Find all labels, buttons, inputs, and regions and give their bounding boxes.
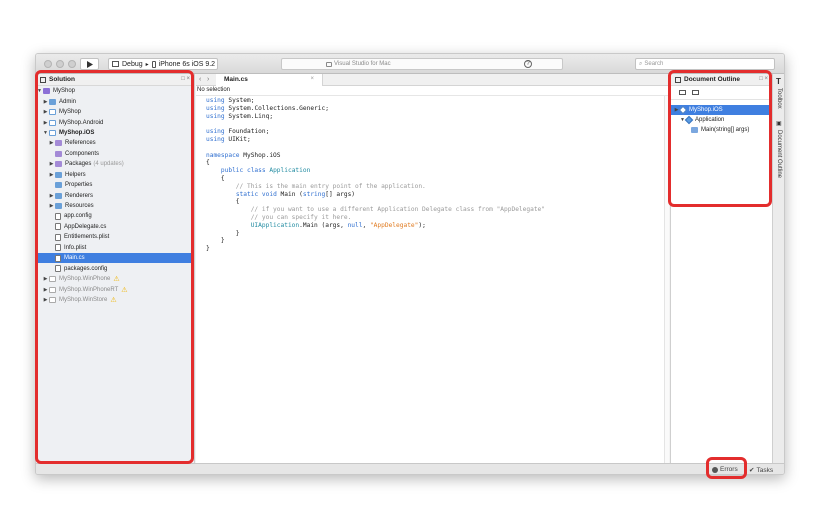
outline-highlight-frame <box>668 70 772 207</box>
close-tab-icon[interactable]: × <box>310 76 314 82</box>
tab-main-cs[interactable]: Main.cs × <box>216 74 323 86</box>
code-token: using <box>206 112 225 120</box>
document-outline-dock-tab[interactable]: Document Outline <box>776 130 782 178</box>
status-text: Visual Studio for Mac <box>334 61 391 67</box>
play-icon <box>87 61 93 68</box>
zoom-window-button[interactable] <box>68 60 76 68</box>
code-token: } <box>206 245 210 253</box>
code-line: using System.Collections.Generic; <box>206 105 669 113</box>
code-token: System.Collections.Generic; <box>224 104 329 112</box>
code-token: static void <box>235 190 277 198</box>
code-line: using UIKit; <box>206 136 669 144</box>
search-icon: ⌕ <box>639 60 643 67</box>
code-line: { <box>206 198 669 206</box>
code-line: public class Application <box>206 167 669 175</box>
selection-bar: No selection <box>196 86 669 96</box>
code-token: namespace <box>206 151 240 159</box>
checkmark-icon: ✔ <box>749 467 755 474</box>
code-token: [] args) <box>325 190 356 198</box>
code-line: UIApplication.Main (args, null, "AppDele… <box>206 222 669 230</box>
run-button[interactable] <box>80 58 99 70</box>
code-area[interactable]: using System; using System.Collections.Ge… <box>196 96 669 253</box>
code-token: { <box>206 174 225 182</box>
run-config-label: Debug <box>122 60 143 68</box>
device-label: iPhone 6s iOS 9.2 <box>158 60 216 68</box>
status-bar: Errors ✔ Tasks <box>36 463 784 475</box>
code-token: UIKit; <box>224 135 251 143</box>
search-placeholder: Search <box>644 61 664 67</box>
code-line: using System; <box>206 97 669 105</box>
run-configuration-selector[interactable]: Debug ▸ iPhone 6s iOS 9.2 <box>108 58 218 70</box>
code-token: using <box>206 135 225 143</box>
editor-tab-bar: ‹ › Main.cs × <box>196 74 669 86</box>
code-line: static void Main (string[] args) <box>206 191 669 199</box>
forward-arrow-icon[interactable]: › <box>207 76 209 83</box>
code-token: // if you want to use a different Applic… <box>206 206 545 214</box>
code-token: string <box>302 190 326 198</box>
close-window-button[interactable] <box>44 60 52 68</box>
code-token: System; <box>224 97 255 104</box>
code-token: null <box>347 221 363 229</box>
tasks-label: Tasks <box>756 466 774 474</box>
tab-label: Main.cs <box>224 76 248 83</box>
chevron-right-icon: ▸ <box>145 61 149 68</box>
help-icon[interactable]: ? <box>524 60 532 68</box>
side-dock: T Toolbox ▣ Document Outline <box>772 74 784 463</box>
code-token: { <box>206 198 240 206</box>
back-arrow-icon[interactable]: ‹ <box>199 76 201 83</box>
code-line: } <box>206 245 669 253</box>
minimize-window-button[interactable] <box>56 60 64 68</box>
configuration-icon <box>112 61 119 67</box>
code-token: Main ( <box>276 190 303 198</box>
errors-highlight-frame <box>706 457 747 479</box>
code-token: MyShop.iOS <box>239 151 281 159</box>
code-token: // you can specify it here. <box>206 213 352 221</box>
toolbox-icon[interactable]: T <box>776 77 781 86</box>
code-line: } <box>206 237 669 245</box>
code-line: // you can specify it here. <box>206 214 669 222</box>
code-token: using <box>206 97 225 104</box>
code-line: using System.Linq; <box>206 113 669 121</box>
code-token: System.Linq; <box>224 112 274 120</box>
code-editor: ‹ › Main.cs × No selection using System;… <box>196 74 669 463</box>
code-line: { <box>206 175 669 183</box>
code-token: public class <box>220 167 266 175</box>
code-token: // This is the main entry point of the a… <box>206 182 426 190</box>
phone-icon <box>151 60 156 68</box>
code-line: // This is the main entry point of the a… <box>206 183 669 191</box>
code-token: , <box>362 221 370 229</box>
code-token: } <box>206 237 225 245</box>
toolbox-dock-tab[interactable]: Toolbox <box>776 88 782 109</box>
code-line: namespace MyShop.iOS <box>206 152 669 160</box>
visual-studio-icon <box>326 61 332 67</box>
code-token: UIApplication <box>250 221 300 229</box>
code-token: ); <box>418 221 426 229</box>
code-token: .Main (args, <box>299 221 348 229</box>
tasks-button[interactable]: ✔ Tasks <box>749 466 774 475</box>
code-token: using <box>206 128 225 136</box>
code-token: Foundation; <box>224 128 270 136</box>
code-token: } <box>206 229 240 237</box>
search-field[interactable]: ⌕ Search <box>635 58 775 70</box>
code-token: using <box>206 104 225 112</box>
code-line: using Foundation; <box>206 128 669 136</box>
status-display: Visual Studio for Mac ? <box>281 58 563 70</box>
code-token: { <box>206 159 210 167</box>
code-line: } <box>206 230 669 238</box>
solution-highlight-frame <box>35 70 194 464</box>
code-token: "AppDelegate" <box>369 221 419 229</box>
outline-dock-icon[interactable]: ▣ <box>776 120 782 127</box>
code-token: Application <box>269 167 311 175</box>
code-line: { <box>206 159 669 167</box>
code-line: // if you want to use a different Applic… <box>206 206 669 214</box>
